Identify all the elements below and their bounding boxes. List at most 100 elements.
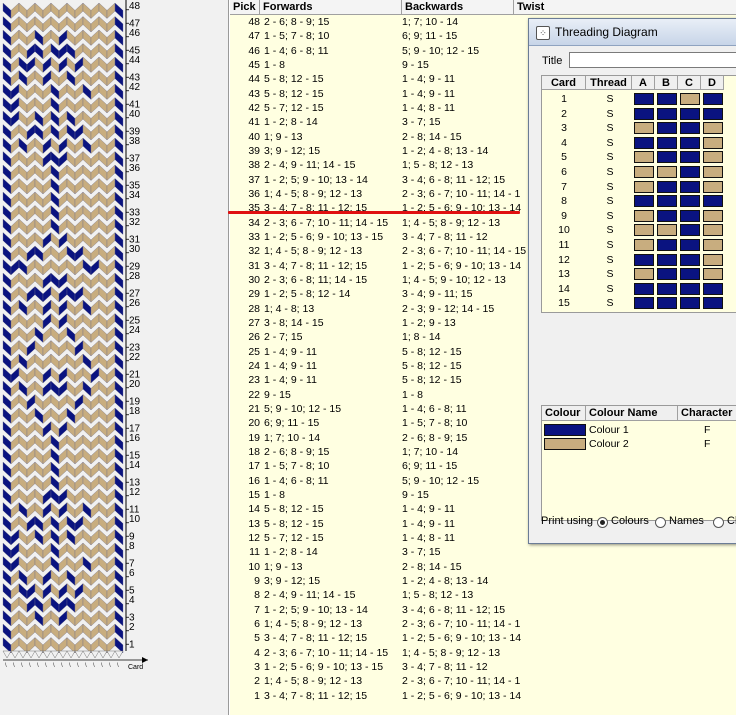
- print-character-label[interactable]: Ch: [727, 515, 736, 527]
- pick-row[interactable]: 5 3 - 4; 7 - 8; 11 - 12; 15 1 - 2; 5 - 6; …: [230, 631, 736, 645]
- card-hole-d[interactable]: [703, 180, 723, 193]
- card-hole-c[interactable]: [680, 180, 700, 193]
- pick-row[interactable]: 6 1; 4 - 5; 8 - 9; 12 - 13 2 - 3; 6 - 7; 1…: [230, 617, 736, 631]
- print-names-radio[interactable]: [655, 517, 666, 528]
- pattern-draft-pane[interactable]: 48 47 46 45 44 43 42 41 40 39 38 37 36 35 34 33 32 31 30 29…: [0, 0, 229, 715]
- pattern-draft[interactable]: 4847464544434241403938373635343332313029…: [0, 0, 228, 715]
- card-hole-a[interactable]: [634, 122, 654, 135]
- pick-row[interactable]: 1 3 - 4; 7 - 8; 11 - 12; 15 1 - 2; 5 - 6; …: [230, 689, 736, 703]
- card-hole-c[interactable]: [680, 195, 700, 208]
- card-hole-d[interactable]: [703, 239, 723, 251]
- card-hole-d[interactable]: [703, 166, 723, 178]
- pick-row[interactable]: 7 1 - 2; 5; 9 - 10; 13 - 14 3 - 4; 6 - 8; …: [230, 603, 736, 617]
- card-hole-d[interactable]: [703, 136, 723, 149]
- pick-row[interactable]: 11 1 - 2; 8 - 14 3 - 7; 15: [230, 545, 736, 559]
- card-hole-b[interactable]: [657, 297, 677, 310]
- card-hole-b[interactable]: [657, 166, 677, 178]
- column-header-pick[interactable]: Pick: [230, 0, 260, 14]
- colour-swatch-1[interactable]: [544, 424, 586, 436]
- column-header-character[interactable]: Character: [678, 406, 736, 421]
- card-hole-a[interactable]: [634, 136, 654, 149]
- card-hole-c[interactable]: [680, 209, 700, 222]
- card-hole-a[interactable]: [634, 93, 654, 105]
- column-header-backwards[interactable]: Backwards: [402, 0, 514, 14]
- card-hole-d[interactable]: [703, 93, 723, 105]
- colour-character-2[interactable]: F: [704, 437, 710, 451]
- card-thread-direction[interactable]: S: [588, 180, 632, 194]
- column-header-card[interactable]: Card: [542, 76, 586, 90]
- column-header-colour-name[interactable]: Colour Name: [586, 406, 678, 421]
- column-header-hole-b[interactable]: B: [655, 76, 678, 90]
- card-hole-b[interactable]: [657, 195, 677, 208]
- card-thread-direction[interactable]: S: [588, 209, 632, 223]
- card-hole-c[interactable]: [680, 239, 700, 251]
- colour-name-1[interactable]: Colour 1: [589, 423, 629, 437]
- card-hole-c[interactable]: [680, 253, 700, 266]
- column-header-hole-a[interactable]: A: [632, 76, 655, 90]
- card-thread-direction[interactable]: S: [588, 267, 632, 281]
- card-thread-direction[interactable]: S: [588, 150, 632, 164]
- card-hole-b[interactable]: [657, 93, 677, 105]
- pick-row[interactable]: 4 2 - 3; 6 - 7; 10 - 11; 14 - 15 1; 4 - 5;…: [230, 646, 736, 660]
- card-hole-c[interactable]: [680, 122, 700, 135]
- card-hole-a[interactable]: [634, 107, 654, 120]
- card-hole-d[interactable]: [703, 122, 723, 135]
- colour-swatch-2[interactable]: [544, 438, 586, 450]
- card-hole-c[interactable]: [680, 136, 700, 149]
- pick-row[interactable]: 3 1 - 2; 5 - 6; 9 - 10; 13 - 15 3 - 4; 7 -…: [230, 660, 736, 674]
- card-hole-a[interactable]: [634, 195, 654, 208]
- card-hole-d[interactable]: [703, 209, 723, 222]
- card-hole-a[interactable]: [634, 151, 654, 164]
- card-hole-a[interactable]: [634, 268, 654, 281]
- card-hole-b[interactable]: [657, 282, 677, 295]
- card-hole-a[interactable]: [634, 166, 654, 178]
- card-thread-direction[interactable]: S: [588, 253, 632, 267]
- card-hole-b[interactable]: [657, 253, 677, 266]
- column-header-hole-d[interactable]: D: [701, 76, 724, 90]
- print-colours-label[interactable]: Colours: [611, 515, 649, 527]
- colour-character-1[interactable]: F: [704, 423, 710, 437]
- card-hole-b[interactable]: [657, 136, 677, 149]
- card-thread-direction[interactable]: S: [588, 194, 632, 208]
- card-hole-c[interactable]: [680, 93, 700, 105]
- title-input[interactable]: [569, 52, 736, 68]
- column-header-forwards[interactable]: Forwards: [260, 0, 402, 14]
- window-title-bar[interactable]: ⁘ Threading Diagram: [529, 19, 736, 46]
- card-thread-direction[interactable]: S: [588, 223, 632, 237]
- card-thread-direction[interactable]: S: [588, 238, 632, 252]
- card-hole-c[interactable]: [680, 151, 700, 164]
- card-hole-b[interactable]: [657, 107, 677, 120]
- threading-diagram-window[interactable]: ⁘ Threading Diagram Title Card Thread A …: [528, 18, 736, 544]
- card-hole-b[interactable]: [657, 239, 677, 251]
- card-hole-c[interactable]: [680, 166, 700, 178]
- card-hole-b[interactable]: [657, 224, 677, 237]
- card-hole-d[interactable]: [703, 297, 723, 310]
- card-hole-c[interactable]: [680, 107, 700, 120]
- column-header-twist[interactable]: Twist: [514, 0, 736, 14]
- card-hole-a[interactable]: [634, 239, 654, 251]
- card-hole-a[interactable]: [634, 297, 654, 310]
- card-hole-d[interactable]: [703, 151, 723, 164]
- pick-row[interactable]: 8 2 - 4; 9 - 11; 14 - 15 1; 5 - 8; 12 - 13: [230, 588, 736, 602]
- card-hole-c[interactable]: [680, 268, 700, 281]
- card-thread-direction[interactable]: S: [588, 136, 632, 150]
- card-hole-c[interactable]: [680, 282, 700, 295]
- card-hole-a[interactable]: [634, 209, 654, 222]
- card-hole-b[interactable]: [657, 122, 677, 135]
- card-hole-d[interactable]: [703, 253, 723, 266]
- card-hole-c[interactable]: [680, 297, 700, 310]
- pick-row[interactable]: 10 1; 9 - 13 2 - 8; 14 - 15: [230, 560, 736, 574]
- card-thread-direction[interactable]: S: [588, 107, 632, 121]
- card-hole-a[interactable]: [634, 224, 654, 237]
- pick-row[interactable]: 9 3; 9 - 12; 15 1 - 2; 4 - 8; 13 - 14: [230, 574, 736, 588]
- card-hole-d[interactable]: [703, 268, 723, 281]
- card-hole-a[interactable]: [634, 253, 654, 266]
- card-hole-c[interactable]: [680, 224, 700, 237]
- column-header-thread[interactable]: Thread: [586, 76, 632, 90]
- print-names-label[interactable]: Names: [669, 515, 704, 527]
- column-header-hole-c[interactable]: C: [678, 76, 701, 90]
- card-thread-direction[interactable]: S: [588, 92, 632, 106]
- card-hole-d[interactable]: [703, 195, 723, 208]
- card-hole-b[interactable]: [657, 151, 677, 164]
- card-hole-a[interactable]: [634, 180, 654, 193]
